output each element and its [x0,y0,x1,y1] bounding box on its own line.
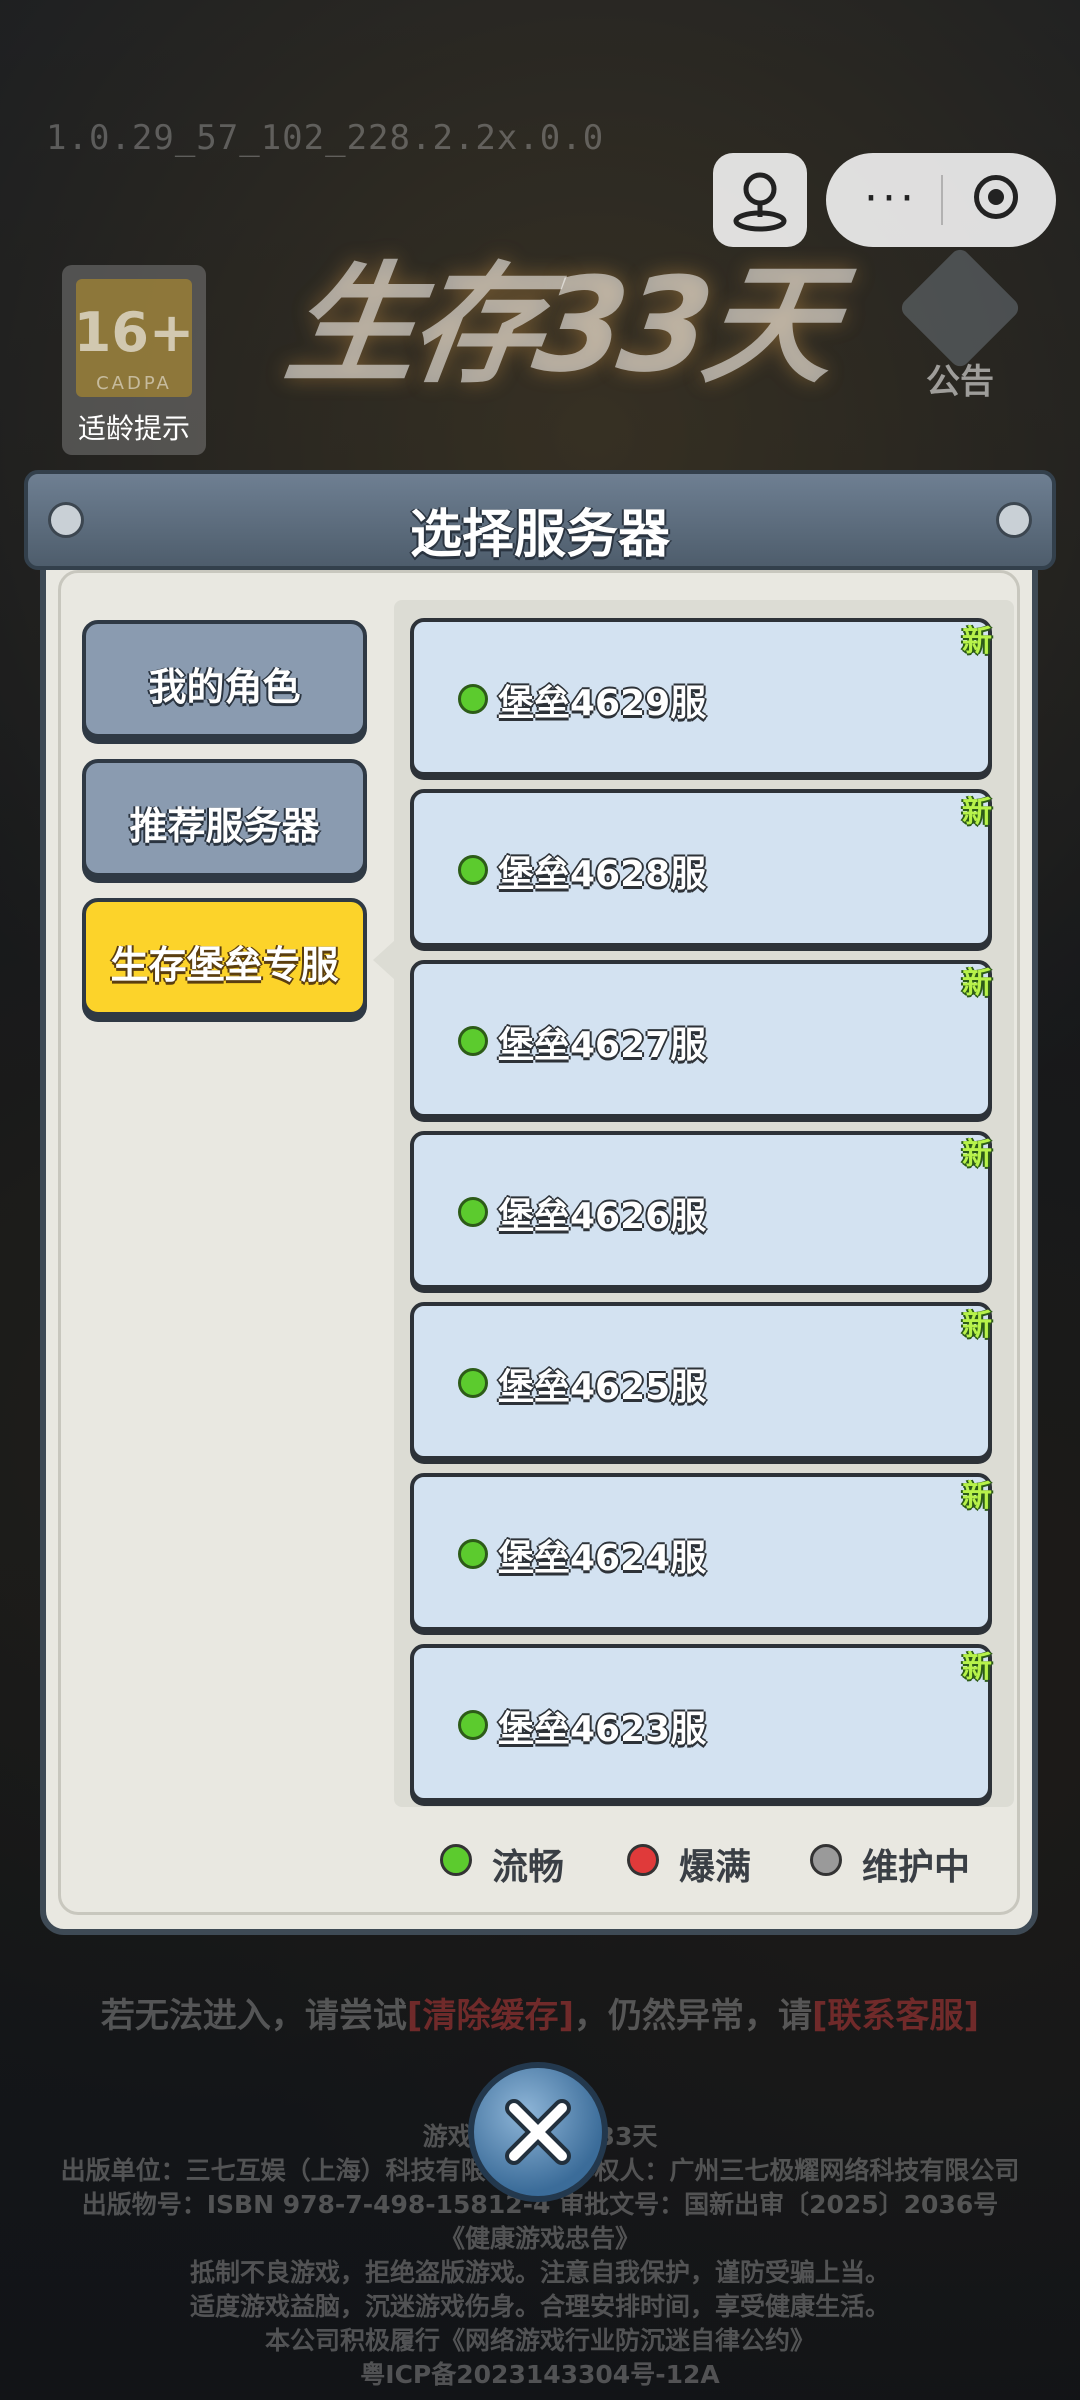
tab-fortress-servers[interactable]: 生存堡垒专服 [82,898,367,1016]
tab-my-characters[interactable]: 我的角色 [82,620,367,738]
more-icon[interactable]: ··· [864,173,918,224]
mini-program-capsule: ··· [826,153,1056,247]
help-middle: ，仍然异常，请 [574,1996,812,2036]
clear-cache-link[interactable]: [清除缓存] [407,1996,574,2036]
server-name: 堡垒4623服 [498,1709,707,1750]
new-badge: 新 [962,795,992,830]
server-name: 堡垒4626服 [498,1196,707,1237]
game-logo: 生存33天 [277,249,841,401]
status-legend: 流畅 爆满 维护中 [440,1838,1000,1888]
status-dot-red-icon [627,1844,659,1876]
help-text: 若无法进入，请尝试[清除缓存]，仍然异常，请[联系客服] [0,1988,1080,2037]
age-rating-badge[interactable]: 16+ CADPA 适龄提示 [62,265,206,455]
notice-button[interactable]: 公告 [890,245,1030,402]
age-rating-org: CADPA [96,373,172,394]
footer-line: 本公司积极履行《网络游戏行业防沉迷自律公约》 [264,2326,815,2355]
close-miniprogram-icon[interactable] [974,175,1018,219]
legend-label: 维护中 [862,1847,971,1888]
footer-line: 《健康游戏忠告》 [439,2224,640,2253]
server-item[interactable]: 堡垒4629服 新 [410,618,992,776]
new-badge: 新 [962,624,992,659]
notice-icon [897,245,1023,371]
new-badge: 新 [962,1479,992,1514]
tab-label: 生存堡垒专服 [110,943,339,987]
new-badge: 新 [962,1308,992,1343]
contact-support-link[interactable]: [联系客服] [812,1996,979,2036]
server-item[interactable]: 堡垒4625服 新 [410,1302,992,1460]
age-rating-number: 16+ [73,301,195,364]
close-dialog-button[interactable] [468,2062,608,2202]
joystick-icon [733,172,787,232]
notice-label: 公告 [926,362,994,402]
capsule-divider [941,175,943,225]
status-smooth-icon [458,1368,488,1398]
new-badge: 新 [962,966,992,1001]
version-label: 1.0.29_57_102_228.2.2x.0.0 [46,118,605,158]
new-badge: 新 [962,1650,992,1685]
tab-label: 我的角色 [148,665,301,709]
server-item[interactable]: 堡垒4628服 新 [410,789,992,947]
server-name: 堡垒4627服 [498,1025,707,1066]
status-smooth-icon [458,1710,488,1740]
status-smooth-icon [458,1539,488,1569]
server-name: 堡垒4624服 [498,1538,707,1579]
status-dot-gray-icon [810,1844,842,1876]
legend-label: 爆满 [679,1847,752,1888]
server-name: 堡垒4629服 [498,683,707,724]
legend-label: 流畅 [492,1847,565,1888]
tab-recommended-servers[interactable]: 推荐服务器 [82,759,367,877]
help-prefix: 若无法进入，请尝试 [100,1996,407,2036]
server-name: 堡垒4628服 [498,854,707,895]
footer-line: 粤ICP备2023143304号-12A [360,2360,720,2389]
mini-program-avatar-button[interactable] [713,153,807,247]
status-smooth-icon [458,1026,488,1056]
status-smooth-icon [458,855,488,885]
active-tab-pointer [373,940,395,980]
status-dot-green-icon [440,1844,472,1876]
server-item[interactable]: 堡垒4623服 新 [410,1644,992,1802]
server-item[interactable]: 堡垒4626服 新 [410,1131,992,1289]
server-item[interactable]: 堡垒4624服 新 [410,1473,992,1631]
status-smooth-icon [458,684,488,714]
new-badge: 新 [962,1137,992,1172]
status-smooth-icon [458,1197,488,1227]
close-icon [505,2099,571,2165]
dialog-title-bar: 选择服务器 [24,470,1056,570]
server-name: 堡垒4625服 [498,1367,707,1408]
age-rating-caption: 适龄提示 [77,412,190,445]
footer-line: 抵制不良游戏，拒绝盗版游戏。注意自我保护，谨防受骗上当。 [189,2258,890,2287]
dialog-title: 选择服务器 [409,505,670,565]
server-item[interactable]: 堡垒4627服 新 [410,960,992,1118]
tab-label: 推荐服务器 [129,804,320,848]
footer-line: 适度游戏益脑，沉迷游戏伤身。合理安排时间，享受健康生活。 [189,2292,890,2321]
